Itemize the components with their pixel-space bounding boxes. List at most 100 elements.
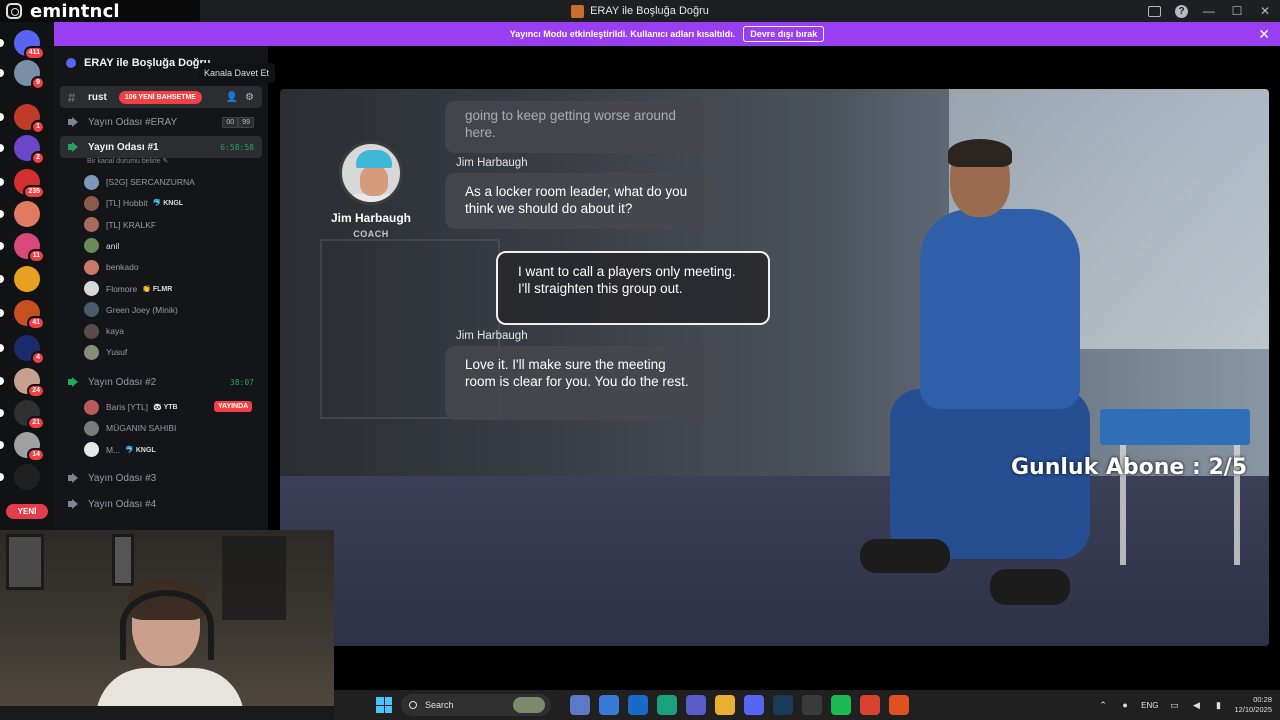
voice-user[interactable]: Green Joey (Minik) <box>84 300 178 320</box>
outlook-icon[interactable] <box>628 695 648 715</box>
discord-icon[interactable] <box>744 695 764 715</box>
voice-channel-3[interactable]: Yayın Odası #3 <box>60 467 262 489</box>
voice-user[interactable]: M... 🐬 KNGL <box>84 440 156 460</box>
voice-user[interactable]: benkado <box>84 257 139 277</box>
player-reply-bubble[interactable]: I want to call a players only meeting. I… <box>496 251 770 325</box>
unread-badge: 2 <box>31 151 45 165</box>
invite-user-icon[interactable]: 👤 <box>226 92 238 103</box>
avatar <box>84 399 99 415</box>
streamer-brand: emintncl <box>0 0 200 22</box>
taskbar-search[interactable]: Search <box>401 694 551 716</box>
volume-icon[interactable]: ◀ <box>1190 700 1202 710</box>
voice-channel-eray[interactable]: Yayın Odası #ERAY 00 99 <box>60 111 262 133</box>
chrome-icon[interactable] <box>860 695 880 715</box>
maximize-button[interactable]: ☐ <box>1230 5 1244 17</box>
speaker-icon <box>68 142 80 152</box>
help-icon[interactable]: ? <box>1175 4 1188 18</box>
voice-channel-4[interactable]: Yayın Odası #4 <box>60 493 262 515</box>
server-icon[interactable]: 14 <box>14 432 45 462</box>
avatar <box>84 238 99 254</box>
explorer-icon[interactable] <box>715 695 735 715</box>
voice-user[interactable]: Baris [YTL] 🐼 YTB <box>84 397 178 417</box>
server-icon[interactable] <box>14 464 40 490</box>
unread-indicator <box>0 377 4 385</box>
server-icon[interactable] <box>14 266 40 292</box>
username: benkado <box>106 262 139 273</box>
close-banner-icon[interactable]: ✕ <box>1258 26 1270 43</box>
unread-indicator <box>0 309 4 317</box>
unread-indicator <box>0 409 4 417</box>
channel-settings-gear-icon[interactable]: ⚙ <box>245 92 254 103</box>
clan-tag: 🐬 KNGL <box>125 446 156 454</box>
server-icon[interactable]: 24 <box>14 368 45 398</box>
server-icon[interactable]: 11 <box>14 233 45 263</box>
dialogue-bubble: Love it. I'll make sure the meeting room… <box>445 346 719 420</box>
microphone-icon[interactable]: ● <box>1119 700 1131 710</box>
channel-status[interactable]: Bir kanal durumu belirle ✎ <box>87 157 168 165</box>
avatar <box>84 442 99 458</box>
server-icon[interactable]: 1 <box>14 104 45 134</box>
coach-avatar <box>339 141 403 205</box>
copilot-icon[interactable] <box>570 695 590 715</box>
unread-badge: 4 <box>31 351 45 365</box>
voice-user[interactable]: Flomore 👏 FLMR <box>84 279 172 299</box>
voice-user[interactable]: MÜGANIN SAHIBI <box>84 418 176 438</box>
clock[interactable]: 00:28 12/10/2025 <box>1234 695 1272 715</box>
unread-badge: 1 <box>31 120 45 134</box>
search-placeholder: Search <box>425 700 454 710</box>
voice-user[interactable]: Yusuf <box>84 342 127 362</box>
speaker-icon <box>68 473 80 483</box>
voice-user[interactable]: anil <box>84 236 119 256</box>
channel-rust[interactable]: # rust 106 YENİ BAHSETME 👤 ⚙ <box>60 86 262 108</box>
voice-channel-1[interactable]: Yayın Odası #1 6:58:58 <box>60 136 262 158</box>
server-icon[interactable]: 4 <box>14 335 45 365</box>
clock-date: 12/10/2025 <box>1234 705 1272 714</box>
steam-icon[interactable] <box>773 695 793 715</box>
server-icon[interactable] <box>14 201 40 227</box>
username: Green Joey (Minik) <box>106 304 178 315</box>
network-icon[interactable]: ▭ <box>1168 700 1180 710</box>
spotify-icon[interactable] <box>831 695 851 715</box>
streamer-handle: emintncl <box>30 0 120 22</box>
voice-channel-2[interactable]: Yayın Odası #2 38:07 <box>60 371 262 393</box>
teams-icon[interactable] <box>686 695 706 715</box>
channel-label: Yayın Odası #ERAY <box>88 116 178 128</box>
voice-user[interactable]: [TL] KRALKF <box>84 215 156 235</box>
game-launcher-icon[interactable] <box>802 695 822 715</box>
chevron-up-icon[interactable]: ⌃ <box>1097 700 1109 710</box>
close-window-button[interactable]: ✕ <box>1258 5 1272 17</box>
server-icon[interactable]: 21 <box>14 400 45 430</box>
server-icon[interactable]: 235 <box>14 169 45 199</box>
server-icon[interactable]: 411 <box>14 30 45 60</box>
user-limit-counter: 00 99 <box>222 116 254 128</box>
edge-icon[interactable] <box>657 695 677 715</box>
windows-start-icon[interactable] <box>376 697 392 713</box>
unread-indicator <box>0 178 4 186</box>
battery-icon[interactable]: ▮ <box>1212 700 1224 710</box>
voice-user[interactable]: [S2G] SERCANZURNA <box>84 172 195 192</box>
voice-user[interactable]: [TL] Hobbit 🐬 KNGL <box>84 193 183 213</box>
language-indicator[interactable]: ENG <box>1141 701 1158 710</box>
invite-tooltip: Kanala Davet Et <box>198 63 276 83</box>
coach-name: Jim Harbaugh <box>330 211 411 225</box>
system-tray: ⌃ ● ENG ▭ ◀ ▮ 00:28 12/10/2025 <box>1097 690 1272 720</box>
avatar <box>84 281 99 296</box>
subscriber-counter: Gunluk Abone : 2/5 <box>1011 455 1248 480</box>
text-channel-hash-icon: # <box>68 89 76 105</box>
game-app-icon <box>571 4 585 18</box>
mentions-badge[interactable]: 106 YENİ BAHSETME <box>118 90 202 104</box>
minimize-button[interactable]: — <box>1202 5 1216 17</box>
disable-streamer-mode-button[interactable]: Devre dışı bırak <box>743 26 825 42</box>
server-icon[interactable]: 2 <box>14 135 45 165</box>
voice-user[interactable]: kaya <box>84 321 124 341</box>
username: Yusuf <box>106 347 128 358</box>
unread-indicator <box>0 275 4 283</box>
ea-icon[interactable] <box>889 695 909 715</box>
server-icon[interactable]: 41 <box>14 300 45 330</box>
inbox-icon[interactable] <box>1148 5 1161 17</box>
new-servers-pill[interactable]: YENİ <box>6 504 48 519</box>
unread-indicator <box>0 242 4 250</box>
server-icon[interactable]: 9 <box>14 60 45 90</box>
store-icon[interactable] <box>599 695 619 715</box>
unread-indicator <box>0 144 4 152</box>
